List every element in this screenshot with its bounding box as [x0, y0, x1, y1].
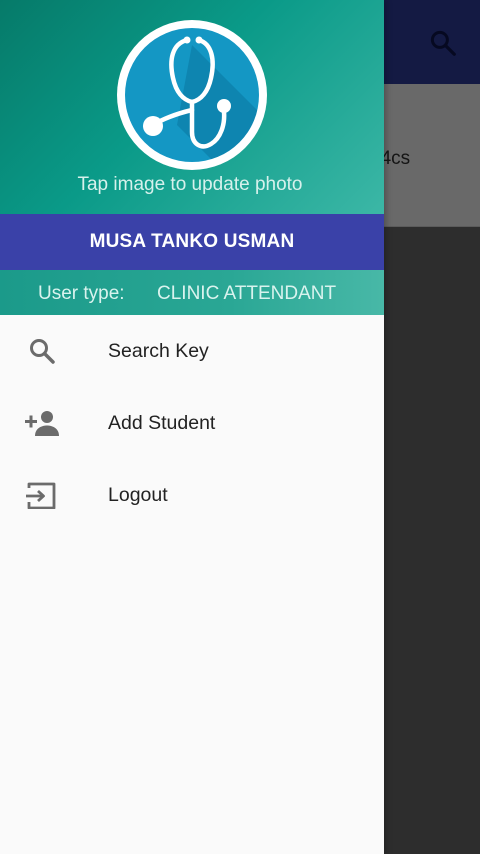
user-name-bar: MUSA TANKO USMAN	[0, 214, 384, 270]
navigation-drawer: Tap image to update photo MUSA TANKO USM…	[0, 0, 384, 854]
logout-icon	[26, 482, 56, 509]
user-type-value: CLINIC ATTENDANT	[157, 283, 337, 304]
drawer-menu: Search Key Add Student Logout	[0, 315, 384, 531]
menu-item-add-student[interactable]: Add Student	[0, 387, 384, 459]
menu-item-label: Search Key	[108, 340, 209, 362]
menu-item-label: Add Student	[108, 412, 216, 434]
menu-item-search-key[interactable]: Search Key	[0, 315, 384, 387]
user-type-label: User type:	[38, 283, 125, 304]
user-name: MUSA TANKO USMAN	[89, 231, 295, 252]
add-person-icon	[25, 411, 59, 436]
user-type-bar: User type: CLINIC ATTENDANT	[0, 270, 384, 315]
drawer-header: Tap image to update photo	[0, 0, 384, 214]
screen: 54cs	[0, 0, 480, 854]
menu-item-label: Logout	[108, 484, 168, 506]
search-icon	[30, 339, 55, 364]
menu-item-logout[interactable]: Logout	[0, 459, 384, 531]
profile-avatar[interactable]	[117, 20, 267, 170]
update-photo-caption: Tap image to update photo	[77, 174, 303, 195]
stethoscope-icon	[125, 28, 259, 162]
